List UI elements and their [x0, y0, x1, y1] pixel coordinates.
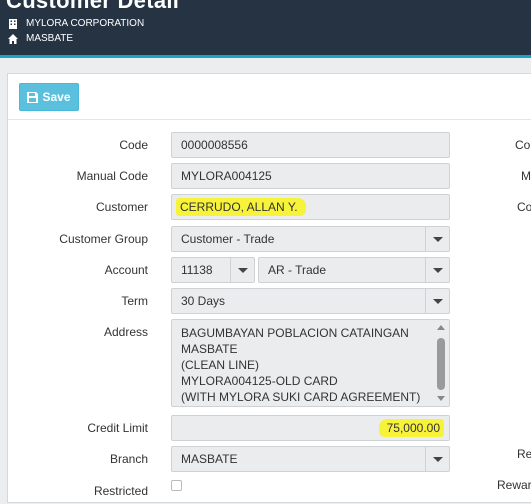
- branch-label: Branch: [109, 452, 148, 466]
- page-title: Customer Detail: [6, 0, 180, 13]
- manual-code-value: MYLORA004125: [181, 169, 272, 183]
- breadcrumb-branch-label: MASBATE: [26, 33, 74, 44]
- customer-group-value: Customer - Trade: [181, 232, 275, 246]
- manual-code-label: Manual Code: [76, 169, 148, 183]
- credit-limit-value: 75,000.00: [378, 419, 444, 437]
- save-button-label: Save: [42, 90, 71, 104]
- chevron-down-icon: [432, 236, 443, 242]
- address-scrollbar[interactable]: [434, 321, 448, 405]
- account-code-dropdown-arrow[interactable]: [230, 258, 254, 282]
- customer-group-select[interactable]: Customer - Trade: [171, 226, 450, 252]
- right-column-label-1: Co: [515, 138, 531, 152]
- account-name-dropdown-arrow[interactable]: [425, 258, 449, 282]
- restricted-checkbox[interactable]: [171, 480, 182, 491]
- address-line: (WITH MYLORA SUKI CARD AGREEMENT): [181, 390, 421, 404]
- branch-select[interactable]: MASBATE: [171, 446, 450, 472]
- code-field[interactable]: 0000008556: [171, 132, 450, 158]
- customer-group-dropdown-arrow[interactable]: [425, 227, 449, 251]
- chevron-down-icon: [432, 298, 443, 304]
- breadcrumb-company-label: MYLORA CORPORATION: [26, 18, 145, 29]
- restricted-label: Restricted: [93, 484, 148, 498]
- manual-code-field[interactable]: MYLORA004125: [171, 163, 450, 189]
- customer-group-row: Customer Group Customer - Trade: [8, 226, 531, 252]
- building-icon: [9, 18, 17, 29]
- scroll-thumb[interactable]: [437, 338, 445, 390]
- form-toolbar: Save: [8, 74, 531, 120]
- customer-field[interactable]: CERRUDO, ALLAN Y.: [171, 194, 450, 220]
- scroll-down-icon[interactable]: [437, 396, 445, 401]
- chevron-down-icon: [432, 456, 443, 462]
- breadcrumb-company[interactable]: MYLORA CORPORATION: [8, 18, 144, 29]
- address-textarea[interactable]: BAGUMBAYAN POBLACION CATAINGAN MASBATE (…: [171, 319, 450, 407]
- right-column-label-3: Co: [517, 200, 531, 214]
- customer-label: Customer: [95, 200, 148, 214]
- account-label: Account: [104, 263, 148, 277]
- floppy-disk-icon: [27, 91, 39, 103]
- chevron-down-icon: [432, 267, 443, 273]
- account-code-select[interactable]: 11138: [171, 257, 255, 283]
- term-label: Term: [121, 294, 148, 308]
- credit-limit-label: Credit Limit: [87, 421, 148, 435]
- address-line: (CLEAN LINE): [181, 358, 260, 372]
- page-header: Customer Detail MYLORA CORPORATION MASBA…: [0, 0, 531, 58]
- address-line: BAGUMBAYAN POBLACION CATAINGAN: [181, 326, 409, 340]
- chevron-down-icon: [237, 267, 248, 273]
- credit-limit-row: Credit Limit 75,000.00 Re: [8, 415, 531, 461]
- customer-form-panel: Save Code 0000008556 Co Manual Code MYLO…: [7, 73, 531, 503]
- right-column-label-2: M: [521, 169, 531, 183]
- address-label: Address: [103, 325, 148, 339]
- branch-dropdown-arrow[interactable]: [425, 447, 449, 471]
- save-button[interactable]: Save: [19, 83, 79, 111]
- manual-code-row: Manual Code MYLORA004125 M: [8, 163, 531, 189]
- term-row: Term 30 Days: [8, 288, 531, 314]
- term-select[interactable]: 30 Days: [171, 288, 450, 314]
- code-row: Code 0000008556 Co: [8, 132, 531, 158]
- term-value: 30 Days: [181, 294, 226, 308]
- code-label: Code: [119, 138, 148, 152]
- account-code-value: 11138: [181, 263, 213, 277]
- term-dropdown-arrow[interactable]: [425, 289, 449, 313]
- address-row: Address BAGUMBAYAN POBLACION CATAINGAN M…: [8, 319, 531, 409]
- address-line: MYLORA004125-OLD CARD: [181, 374, 338, 388]
- customer-group-label: Customer Group: [59, 232, 148, 246]
- customer-value: CERRUDO, ALLAN Y.: [176, 198, 306, 216]
- customer-row: Customer CERRUDO, ALLAN Y. Co: [8, 194, 531, 220]
- branch-value: MASBATE: [181, 452, 238, 466]
- scroll-up-icon[interactable]: [437, 325, 445, 330]
- breadcrumb-branch[interactable]: MASBATE: [8, 33, 73, 44]
- home-icon: [8, 33, 18, 44]
- credit-limit-field[interactable]: 75,000.00: [171, 415, 450, 441]
- branch-row: Branch MASBATE Reward: [8, 446, 531, 492]
- account-name-select[interactable]: AR - Trade: [258, 257, 450, 283]
- account-name-value: AR - Trade: [268, 263, 327, 277]
- restricted-row: Restricted: [8, 478, 531, 504]
- code-value: 0000008556: [181, 138, 248, 152]
- account-row: Account 11138 AR - Trade: [8, 257, 531, 283]
- address-line: MASBATE: [181, 342, 238, 356]
